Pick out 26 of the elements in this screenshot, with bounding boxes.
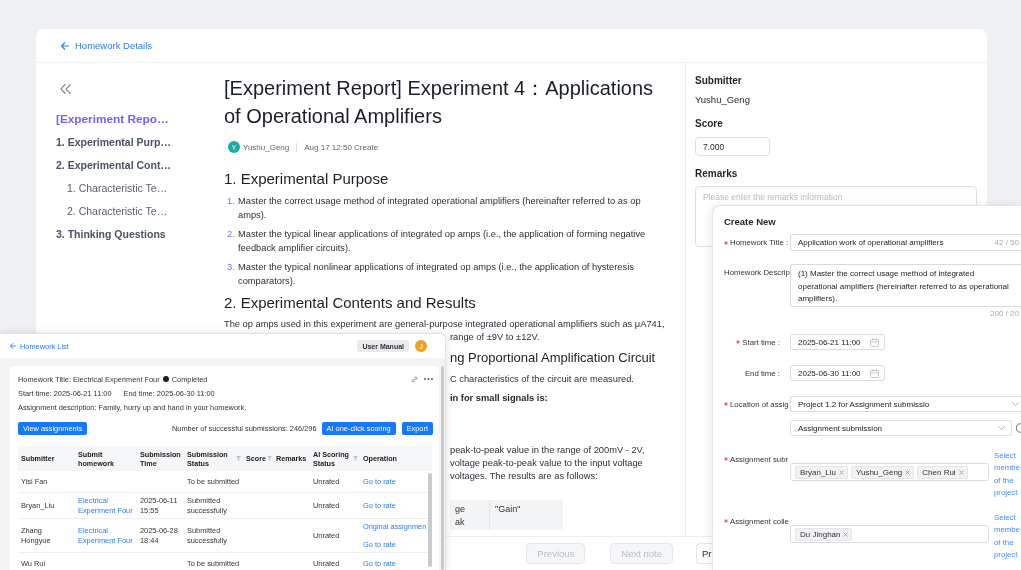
created-time: Aug 17 12:50 Create (304, 142, 379, 152)
subsection-heading: ng Proportional Amplification Circuit (450, 349, 656, 367)
section-heading: 2. Experimental Contents and Results (224, 293, 477, 313)
field-label: Score (695, 117, 724, 131)
article-title: [Experiment Report] Experiment 4：Applications of Operational Amplifiers (224, 76, 655, 129)
field-label: Remarks (695, 167, 739, 181)
list-number: 2. (227, 228, 236, 241)
character-count: 200 / 20 (990, 309, 1019, 319)
list-item-text: Master the typical nonlinear applications of integrated op amps (i.e., the application of hysteresis comparators). (238, 261, 635, 288)
section-heading: 1. Experimental Purpose (224, 169, 390, 189)
dialog-title: Create New (724, 216, 777, 228)
submitter-name: Yushu_Geng (695, 93, 751, 107)
list-number: 1. (227, 195, 236, 208)
list-number: 3. (227, 261, 236, 274)
bold-text: in for small signals is: (450, 392, 548, 405)
paragraph-text: The op amps used in this experiment are general-purpose integrated operational amplifiers such as μA741, (224, 318, 662, 331)
table-cell: "Gain" (490, 500, 563, 530)
list-item-text: Master the typical linear applications of integrated op amps (i.e., the application of forming negative feedback amplifier circuits). (238, 228, 647, 255)
paragraph-text: peak-to-peak value in the range of 200mV - 2V, voltage peak-to-peak value to the input voltage voltages. The results are as follows: (450, 444, 645, 483)
paragraph-text: C characteristics of the circuit are measured. (450, 373, 634, 386)
paragraph-text: range of ±9V to ±12V. (450, 331, 540, 344)
list-item-text: Master the correct usage method of integrated operational amplifiers (hereinafter referred to as op amps). (238, 195, 642, 222)
author-name: Yushu_Geng (243, 142, 290, 152)
character-count: 42 / 50 (994, 238, 1019, 247)
field-label: Submitter (695, 74, 743, 88)
table-cell: ge ak (450, 500, 490, 530)
